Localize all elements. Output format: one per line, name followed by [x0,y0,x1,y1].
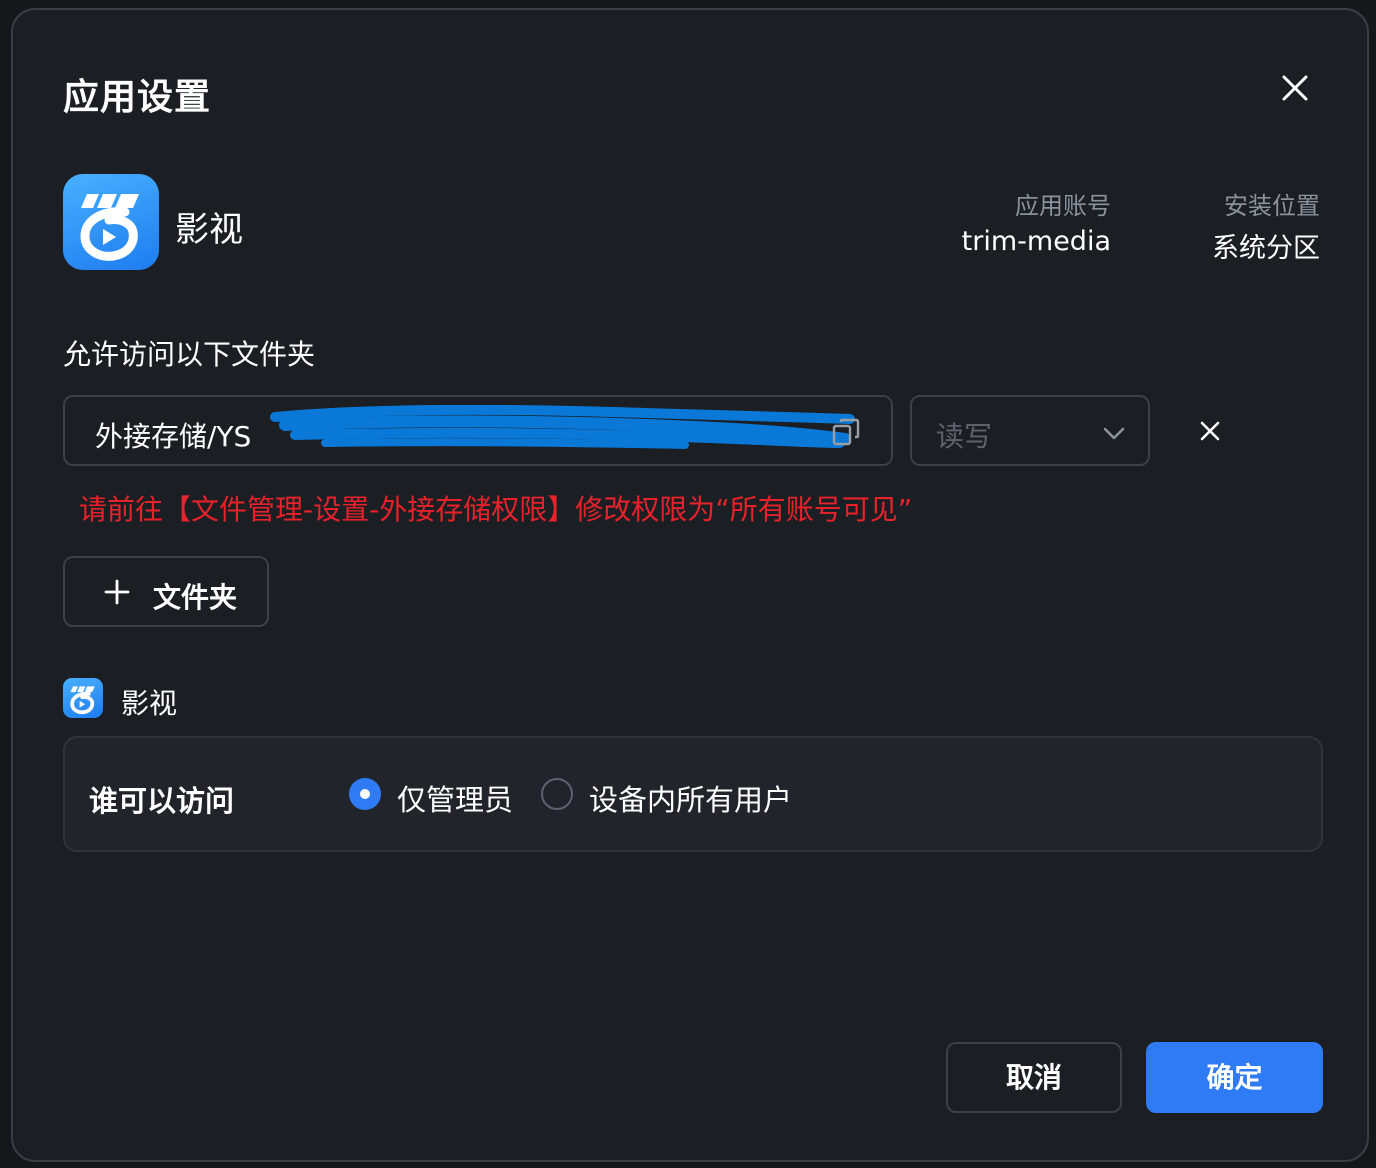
access-panel: 谁可以访问 仅管理员 设备内所有用户 [63,736,1323,852]
account-label: 应用账号 [1015,192,1111,220]
radio-admin-only-label[interactable]: 仅管理员 [397,777,513,819]
cancel-button[interactable]: 取消 [946,1042,1122,1113]
access-app-name: 影视 [121,687,178,720]
folder-path-text: 外接存储/YS [95,420,252,453]
app-logo [63,174,159,270]
install-location-label: 安装位置 [1224,192,1320,220]
folder-path-field[interactable]: 外接存储/YS [63,395,893,466]
folder-access-label: 允许访问以下文件夹 [63,338,316,371]
chevron-down-icon [1103,427,1125,440]
account-value: trim-media [961,226,1111,257]
redaction-scribble [270,405,855,449]
add-folder-label: 文件夹 [153,581,238,614]
radio-all-users[interactable] [541,778,573,810]
access-label: 谁可以访问 [89,784,235,818]
radio-admin-only[interactable] [349,778,381,810]
add-folder-button[interactable]: 文件夹 [63,556,269,627]
dialog-title: 应用设置 [63,77,212,118]
copy-icon[interactable] [831,417,861,447]
app-name: 影视 [175,210,243,250]
install-location-value: 系统分区 [1212,233,1320,264]
film-play-icon [70,686,95,715]
close-button[interactable] [1275,68,1315,108]
permission-warning: 请前往【文件管理-设置-外接存储权限】修改权限为“所有账号可见” [79,493,913,526]
confirm-button[interactable]: 确定 [1146,1042,1323,1113]
close-icon [1282,75,1308,101]
radio-all-users-label[interactable]: 设备内所有用户 [589,777,792,819]
remove-folder-icon[interactable] [1197,418,1223,444]
film-play-icon [80,194,139,261]
app-settings-dialog: 应用设置 影视 应用账号 trim-media 安装位置 系统分区 允许访问以下… [11,8,1369,1162]
plus-icon [104,579,130,605]
permission-value: 读写 [936,420,993,453]
permission-select[interactable]: 读写 [910,395,1150,466]
app-logo-small [63,678,103,718]
